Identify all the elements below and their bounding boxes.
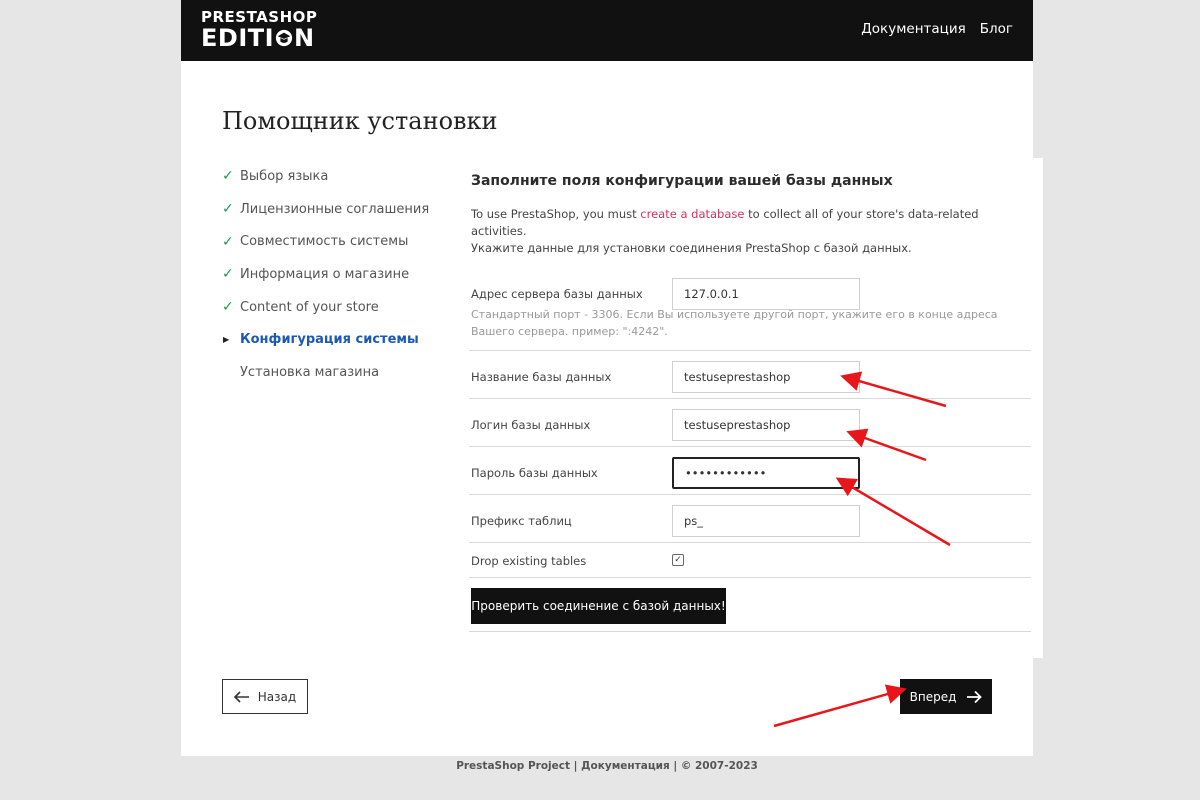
arrow-left-icon [233, 690, 249, 703]
page-title: Помощник установки [222, 107, 498, 135]
login-label: Логин базы данных [471, 418, 591, 432]
db-name-input[interactable] [672, 361, 860, 393]
dbname-row: Название базы данных [469, 351, 1031, 399]
step-label: Лицензионные соглашения [240, 201, 430, 217]
prestashop-logo[interactable]: PRESTASHOP EDITI N [201, 8, 318, 52]
drop-tables-checkbox[interactable]: ✓ [672, 554, 684, 566]
next-label: Вперед [909, 689, 957, 704]
prefix-label: Префикс таблиц [471, 514, 572, 528]
puffin-icon [275, 29, 293, 47]
check-icon: ✓ [222, 299, 234, 316]
next-button[interactable]: Вперед [900, 679, 992, 714]
nav-blog-link[interactable]: Блог [980, 21, 1013, 37]
db-config-panel: Заполните поля конфигурации вашей базы д… [451, 158, 1043, 658]
divider [469, 631, 1031, 632]
step-item: Установка магазина [222, 356, 429, 389]
password-label: Пароль базы данных [471, 466, 598, 480]
top-bar: PRESTASHOP EDITI N Документация Блог [181, 0, 1033, 61]
step-label: Совместимость системы [240, 234, 409, 250]
step-item: ✓ Лицензионные соглашения [222, 193, 429, 226]
logo-line2a: EDITI [201, 24, 275, 52]
dbname-label: Название базы данных [471, 370, 612, 384]
db-password-input[interactable] [672, 457, 860, 489]
server-hint: Стандартный порт - 3306. Если Вы использ… [471, 308, 998, 338]
drop-tables-row: Drop existing tables ✓ [469, 543, 1031, 578]
check-icon: ✓ [222, 266, 234, 283]
table-prefix-input[interactable] [672, 505, 860, 537]
logo-line1: PRESTASHOP [201, 8, 318, 26]
check-icon: ✓ [222, 233, 234, 250]
back-button[interactable]: Назад [222, 679, 308, 714]
check-db-connection-button[interactable]: Проверить соединение с базой данных! [471, 588, 726, 624]
check-icon: ✓ [222, 168, 234, 185]
db-login-input[interactable] [672, 409, 860, 441]
step-item: ✓ Content of your store [222, 291, 429, 324]
step-item: ✓ Информация о магазине [222, 258, 429, 291]
step-item-active: ▶ Конфигурация системы [222, 323, 429, 356]
prefix-row: Префикс таблиц [469, 495, 1031, 543]
arrow-right-icon [967, 690, 983, 703]
check-icon: ✓ [222, 201, 234, 218]
caret-right-icon: ▶ [223, 335, 230, 345]
create-database-link[interactable]: create a database [640, 207, 744, 221]
drop-tables-label: Drop existing tables [471, 554, 587, 568]
nav-docs-link[interactable]: Документация [861, 21, 966, 37]
step-label: Content of your store [240, 299, 379, 315]
password-row: Пароль базы данных [469, 447, 1031, 495]
step-label: Выбор языка [240, 168, 329, 184]
step-label: Информация о магазине [240, 266, 410, 282]
logo-line2b: N [294, 24, 315, 52]
top-nav: Документация Блог [861, 21, 1013, 37]
step-label: Установка магазина [240, 364, 380, 380]
step-label: Конфигурация системы [240, 332, 419, 348]
footer: PrestaShop Project | Документация | © 20… [456, 760, 758, 772]
login-row: Логин базы данных [469, 399, 1031, 447]
server-label: Адрес сервера базы данных [471, 287, 643, 301]
step-item: ✓ Совместимость системы [222, 225, 429, 258]
form-heading: Заполните поля конфигурации вашей базы д… [471, 173, 893, 189]
install-steps: ✓ Выбор языка ✓ Лицензионные соглашения ✓ С… [222, 160, 429, 389]
back-label: Назад [257, 689, 297, 704]
form-intro: To use PrestaShop, you must create a dat… [471, 207, 979, 255]
server-row: Адрес сервера базы данных Стандартный по… [469, 268, 1031, 351]
step-item: ✓ Выбор языка [222, 160, 429, 193]
